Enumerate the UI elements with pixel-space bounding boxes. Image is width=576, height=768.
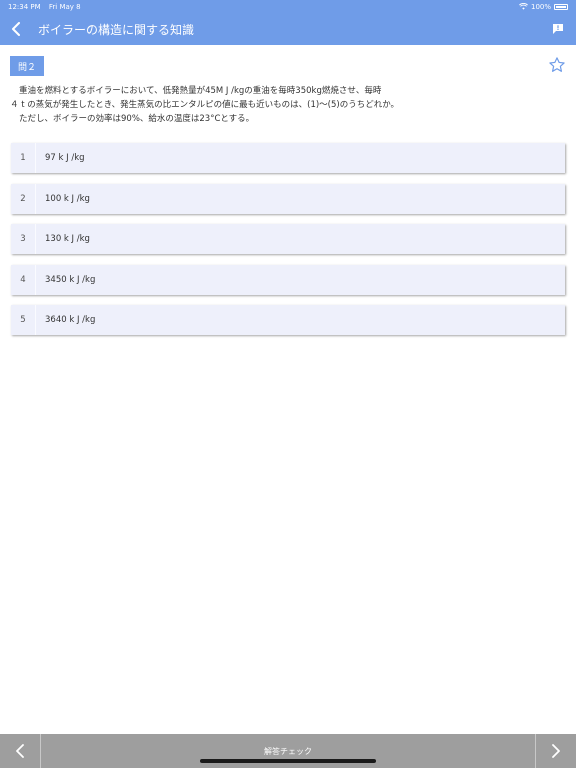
answer-check-button[interactable]: 解答チェック (41, 746, 535, 757)
battery-icon (554, 3, 568, 10)
next-question-button[interactable] (536, 734, 576, 768)
choice-item[interactable]: 5 3640 k J /kg (11, 305, 565, 335)
choice-item[interactable]: 4 3450 k J /kg (11, 264, 565, 295)
page-title: ボイラーの構造に関する知識 (38, 22, 195, 37)
bookmark-button[interactable] (548, 56, 566, 74)
comment-icon (553, 24, 563, 34)
comment-button[interactable] (542, 13, 574, 45)
choice-label: 97 k J /kg (45, 153, 85, 163)
wifi-icon (519, 3, 528, 10)
star-icon (549, 57, 565, 72)
chevron-left-icon (12, 22, 20, 36)
battery-percent: 100% (530, 2, 551, 11)
choice-label: 130 k J /kg (45, 234, 90, 244)
choice-item[interactable]: 1 97 k J /kg (11, 143, 565, 173)
choice-divider (35, 305, 36, 335)
previous-question-button[interactable] (0, 734, 40, 768)
choice-number: 3 (20, 234, 26, 244)
choice-divider (35, 264, 36, 295)
chevron-left-icon (16, 744, 24, 758)
status-date: Fri May 8 (48, 2, 81, 11)
back-button[interactable] (0, 13, 32, 45)
choice-label: 3450 k J /kg (45, 274, 96, 285)
home-indicator (200, 759, 376, 763)
choice-divider (35, 183, 36, 214)
choice-divider (35, 224, 36, 254)
choice-divider (35, 143, 36, 173)
choice-list: 1 97 k J /kg 2 100 k J /kg 3 130 k J /kg… (11, 143, 565, 346)
choice-label: 100 k J /kg (45, 193, 90, 204)
question-line: ４ t の蒸気が発生したとき、発生蒸気の比エンタルピの値に最も近いものは、(1)… (10, 100, 400, 110)
chevron-right-icon (552, 744, 560, 758)
nav-bar: ボイラーの構造に関する知識 (0, 13, 576, 45)
choice-number: 2 (20, 193, 26, 204)
choice-item[interactable]: 2 100 k J /kg (11, 183, 565, 214)
status-time: 12:34 PM (8, 2, 41, 11)
choice-label: 3640 k J /kg (45, 315, 96, 325)
choice-number: 5 (20, 315, 26, 325)
choice-item[interactable]: 3 130 k J /kg (11, 224, 565, 254)
choice-number: 4 (20, 274, 26, 285)
status-bar: 12:34 PM Fri May 8 100% (0, 0, 576, 13)
choice-number: 1 (20, 153, 26, 163)
question-line: ただし、ボイラーの効率は90%、給水の温度は23°Cとする。 (19, 114, 255, 124)
question-number-badge: 問２ (10, 56, 44, 76)
question-text: 重油を燃料とするボイラーにおいて、低発熱量が45M J /kgの重油を毎時350… (10, 84, 566, 126)
question-line: 重油を燃料とするボイラーにおいて、低発熱量が45M J /kgの重油を毎時350… (19, 86, 382, 96)
